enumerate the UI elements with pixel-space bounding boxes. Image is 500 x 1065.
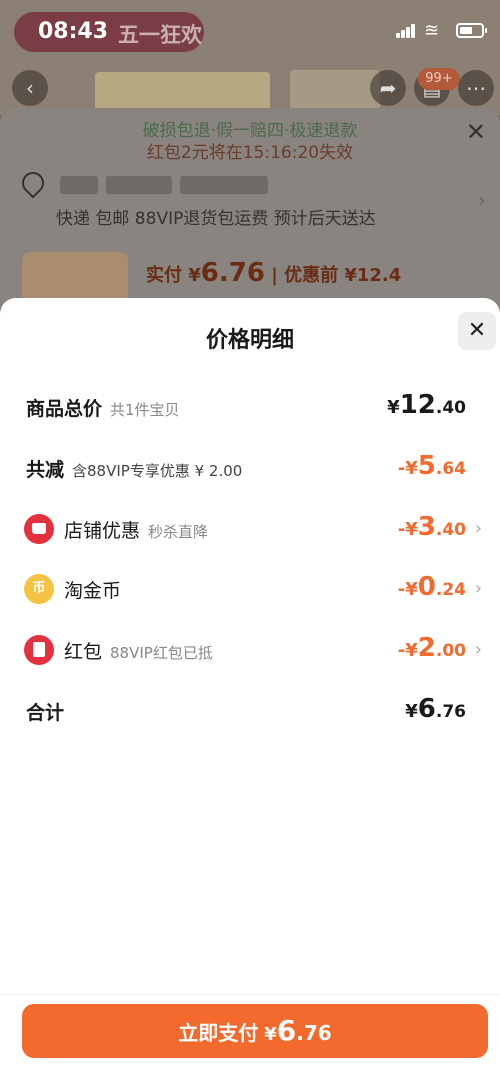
row-sublabel: 88VIP红包已抵 [110, 644, 213, 662]
modal-title: 价格明细 [205, 328, 294, 353]
pay-button-label: 立即支付 [178, 1021, 259, 1045]
row-sublabel: 含88VIP专享优惠 ¥ 2.00 [72, 462, 243, 480]
chevron-right-icon: › [474, 518, 482, 539]
promo-text: 五一狂欢 [118, 23, 202, 47]
row-label-text: 合计 [26, 702, 65, 724]
currency: ¥ [264, 1024, 277, 1045]
row-label: 商品总价 共1件宝贝 [26, 394, 180, 421]
row-amount: -¥2.00 [398, 633, 466, 663]
row-label-text: 店铺优惠 [64, 520, 141, 542]
cart-badge: 99+ [418, 68, 460, 90]
red-packet-icon [24, 635, 54, 665]
amount-int: 12 [399, 390, 436, 420]
coin-icon [24, 574, 54, 604]
row-label: 淘金币 [64, 576, 121, 603]
sheet-close-icon: ✕ [465, 118, 486, 146]
row-label: 红包 88VIP红包已抵 [64, 637, 213, 664]
amount-dec: .24 [435, 580, 466, 600]
close-icon[interactable]: ✕ [458, 312, 496, 350]
more-icon[interactable]: ⋯ [458, 70, 494, 106]
pay-button-content: 立即支付 ¥6.76 [178, 1014, 331, 1047]
row-total-discount: 共减 含88VIP专享优惠 ¥ 2.00 -¥5.64 [0, 449, 500, 489]
row-amount: ¥6.76 [405, 694, 466, 724]
clock: 08:43 [38, 19, 109, 44]
purchase-sheet-dimmed: 破损包退·假一赔四·极速退款 红包2元将在15:16:20失效 ✕ 快递 包邮 … [0, 108, 500, 308]
amount-int: 0 [417, 572, 436, 602]
price-value: 6.76 [200, 258, 265, 288]
address-redacted [106, 176, 172, 194]
row-grand-total: 合计 ¥6.76 [0, 692, 500, 732]
row-amount: -¥5.64 [398, 451, 466, 481]
address-redacted [180, 176, 268, 194]
row-label-text: 共减 [26, 459, 65, 481]
row-amount: -¥3.40 [398, 512, 466, 542]
row-label: 共减 含88VIP专享优惠 ¥ 2.00 [26, 455, 242, 482]
product-image-secondary [290, 70, 380, 110]
row-sublabel: 共1件宝贝 [110, 401, 180, 419]
row-red-packet[interactable]: 红包 88VIP红包已抵 -¥2.00 › [0, 631, 500, 671]
amount-int: 6 [276, 1014, 297, 1047]
pay-now-button[interactable]: 立即支付 ¥6.76 [22, 1004, 488, 1058]
signal-icon [396, 24, 416, 38]
price-label: 实付 ¥ [146, 265, 201, 286]
price-before: | 优惠前 ¥12.4 [271, 265, 402, 286]
chevron-right-icon: › [478, 188, 486, 212]
amount-dec: .40 [435, 398, 466, 418]
amount-dec: .76 [296, 1021, 332, 1045]
currency: -¥ [397, 579, 418, 600]
chevron-right-icon: › [474, 578, 482, 599]
amount-int: 2 [417, 633, 436, 663]
wifi-icon: ≊ [424, 20, 440, 41]
shipping-info: 快递 包邮 88VIP退货包运费 预计后天送达 [56, 209, 376, 229]
row-taojinbi[interactable]: 淘金币 -¥0.24 › [0, 570, 500, 610]
row-shop-discount[interactable]: 店铺优惠 秒杀直降 -¥3.40 › [0, 510, 500, 550]
address-redacted [60, 176, 98, 194]
row-amount: ¥12.40 [387, 390, 466, 420]
row-amount: -¥0.24 [398, 572, 466, 602]
amount-dec: .76 [435, 702, 466, 722]
row-label: 店铺优惠 秒杀直降 [64, 516, 208, 543]
amount-dec: .64 [435, 459, 466, 479]
row-sublabel: 秒杀直降 [148, 523, 209, 541]
amount-int: 5 [417, 451, 436, 481]
amount-dec: .40 [435, 520, 466, 540]
currency: ¥ [387, 397, 400, 418]
battery-icon [456, 23, 487, 38]
currency: -¥ [397, 458, 418, 479]
currency: ¥ [405, 701, 418, 722]
share-icon[interactable]: ➦ [370, 70, 406, 106]
actual-price: 实付 ¥6.76 | 优惠前 ¥12.4 [146, 258, 401, 288]
status-bar: 08:43 五一狂欢 ≊ [0, 0, 500, 58]
currency: -¥ [397, 519, 418, 540]
back-icon[interactable]: ‹ [12, 70, 48, 106]
row-label: 合计 [26, 698, 64, 725]
currency: -¥ [397, 640, 418, 661]
amount-dec: .00 [435, 641, 466, 661]
product-image [95, 72, 270, 110]
footer-divider [0, 994, 500, 995]
chevron-right-icon: › [474, 639, 482, 660]
row-label-text: 淘金币 [64, 580, 122, 602]
row-goods-total: 商品总价 共1件宝贝 ¥12.40 [0, 388, 500, 428]
amount-int: 3 [417, 512, 436, 542]
shop-icon [24, 514, 54, 544]
amount-int: 6 [417, 694, 436, 724]
row-label-text: 商品总价 [26, 398, 103, 420]
row-label-text: 红包 [64, 641, 103, 663]
price-detail-modal: 价格明细 ✕ 商品总价 共1件宝贝 ¥12.40 共减 含88VIP专享优惠 ¥ 2… [0, 298, 500, 1065]
coupon-countdown: 红包2元将在15:16:20失效 [146, 143, 354, 163]
location-pin-icon [17, 167, 49, 199]
